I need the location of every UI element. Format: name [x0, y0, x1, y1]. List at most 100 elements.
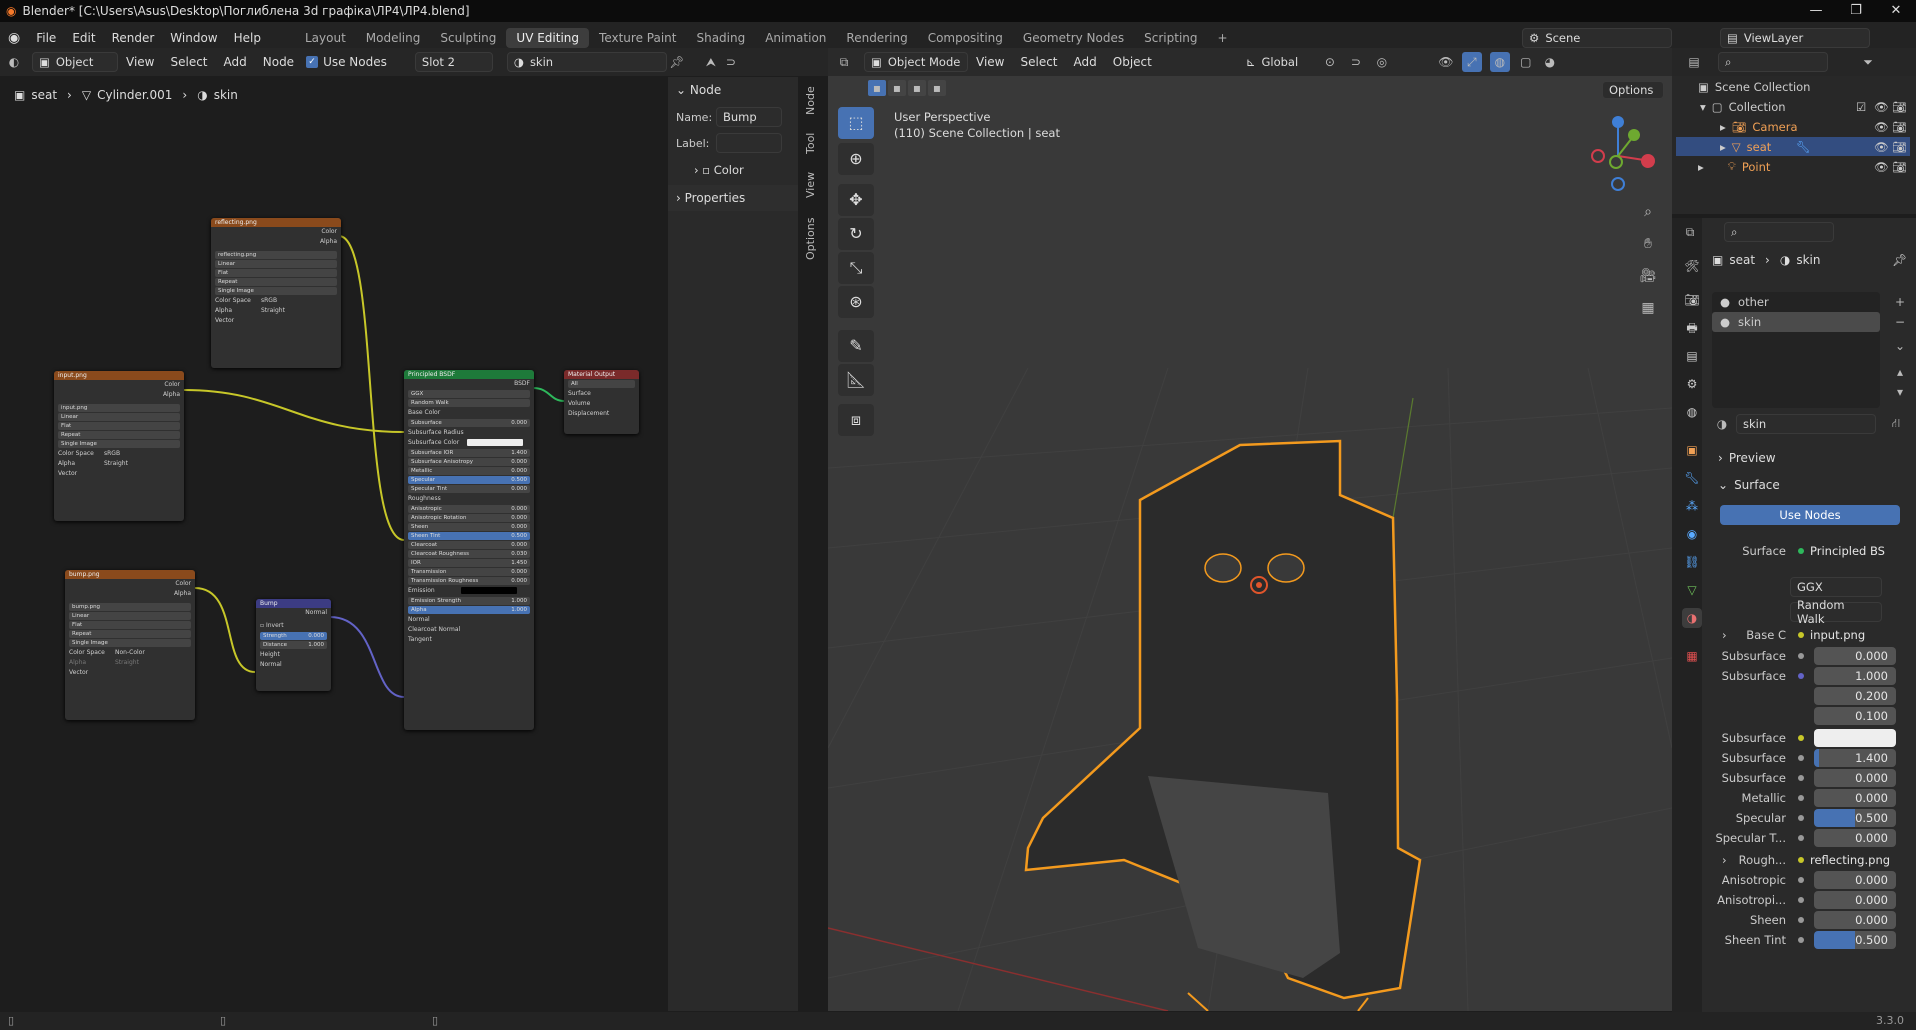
pivot-icon[interactable]: ⊙	[1320, 52, 1340, 72]
property-value-field[interactable]: 0.100	[1814, 707, 1896, 725]
workspace-tab-animation[interactable]: Animation	[755, 28, 836, 48]
image-field[interactable]: bump.png	[69, 603, 191, 611]
select-subtract-icon[interactable]: ▪	[908, 80, 926, 96]
expand-chevron-icon[interactable]: ›	[1722, 853, 1727, 867]
transform-tool-icon[interactable]: ⊛	[838, 286, 874, 318]
select-extend-icon[interactable]: ▪	[888, 80, 906, 96]
color-swatch[interactable]	[460, 587, 517, 594]
image-texture-node-input[interactable]: input.png Color Alpha input.png Linear F…	[54, 371, 184, 521]
texture-tab-icon[interactable]: ▦	[1682, 646, 1702, 666]
overlays-icon[interactable]: ◍	[1489, 52, 1510, 72]
camera-render-icon[interactable]: 📷︎	[1892, 100, 1907, 114]
node-name-field[interactable]: Bump	[716, 107, 782, 127]
socket-icon[interactable]	[1798, 632, 1804, 638]
node-header[interactable]: Material Output	[564, 370, 639, 379]
mode-selector[interactable]: ▣ Object Mode	[864, 52, 968, 72]
cursor-tool-icon[interactable]: ⊕	[838, 143, 874, 175]
scene-tab-icon[interactable]: ⚙	[1682, 374, 1702, 394]
node-header[interactable]: input.png	[54, 371, 184, 380]
strength-field[interactable]: Strength 0.000	[260, 632, 327, 640]
workspace-tab-rendering[interactable]: Rendering	[836, 28, 917, 48]
material-tab-icon[interactable]: ◑	[1682, 608, 1702, 628]
socket-icon[interactable]	[1798, 835, 1804, 841]
material-browse-icon[interactable]: ◑	[1712, 414, 1732, 434]
bsdf-input-row[interactable]: Subsurface Radius	[404, 428, 534, 438]
move-tool-icon[interactable]: ✥	[838, 184, 874, 216]
workspace-tab-shading[interactable]: Shading	[686, 28, 755, 48]
sidebar-tab-options[interactable]: Options	[804, 216, 822, 262]
extension-select[interactable]: Repeat	[58, 431, 180, 439]
measure-tool-icon[interactable]: 📐︎	[838, 364, 874, 396]
bsdf-input-row[interactable]: Clearcoat Normal	[404, 625, 534, 635]
property-value-field[interactable]: 0.000	[1814, 829, 1896, 847]
projection-select[interactable]: Flat	[215, 269, 337, 277]
filter-icon[interactable]: ⏷	[1858, 52, 1878, 72]
node-header[interactable]: Bump	[256, 599, 331, 608]
bsdf-input-row[interactable]: Subsurface 0.000	[408, 419, 530, 427]
use-nodes-button[interactable]: Use Nodes	[1720, 505, 1900, 525]
viewport-menu-object[interactable]: Object	[1105, 55, 1160, 69]
snap-icon[interactable]: ⊃	[721, 52, 741, 72]
properties-search[interactable]: ⌕	[1724, 222, 1834, 242]
distribution-dropdown[interactable]: GGX	[1790, 577, 1882, 597]
modifiers-tab-icon[interactable]: 🔧︎	[1682, 468, 1702, 488]
extension-select[interactable]: Repeat	[69, 630, 191, 638]
socket-icon[interactable]	[1798, 815, 1804, 821]
expand-chevron-icon[interactable]: ›	[1722, 628, 1727, 642]
editor-type-icon[interactable]: ⧉	[834, 52, 854, 72]
source-select[interactable]: Single Image	[215, 287, 337, 295]
bsdf-input-row[interactable]: Subsurface Anisotropy 0.000	[408, 458, 530, 466]
surface-shader-value[interactable]: Principled BS	[1810, 544, 1885, 558]
bsdf-input-row[interactable]: Roughness	[404, 494, 534, 504]
gizmo-icon[interactable]: ⤢	[1461, 52, 1482, 72]
node-panel-header[interactable]: ⌄ Node	[668, 77, 798, 103]
minimize-icon[interactable]: —	[1796, 0, 1836, 22]
socket-icon[interactable]	[1798, 857, 1804, 863]
color-subpanel[interactable]: › ▫ Color	[668, 155, 798, 185]
add-slot-icon[interactable]: +	[1890, 292, 1910, 312]
property-value-field[interactable]: 1.400	[1814, 749, 1896, 767]
source-select[interactable]: Single Image	[69, 639, 191, 647]
eye-icon[interactable]: 👁︎	[1874, 120, 1889, 134]
move-slot-up-icon[interactable]: ▴	[1890, 362, 1910, 382]
linked-texture-value[interactable]: input.png	[1810, 628, 1865, 642]
interpolation-select[interactable]: Linear	[215, 260, 337, 268]
material-name-field[interactable]: skin	[1736, 414, 1876, 434]
move-slot-down-icon[interactable]: ▾	[1890, 382, 1910, 402]
principled-bsdf-node[interactable]: Principled BSDF BSDF GGX Random Walk Bas…	[404, 370, 534, 730]
node-header[interactable]: Principled BSDF	[404, 370, 534, 379]
socket-icon[interactable]	[1798, 897, 1804, 903]
add-workspace-icon[interactable]: +	[1208, 28, 1238, 48]
outliner-editor-icon[interactable]: ▤	[1684, 52, 1704, 72]
property-value-field[interactable]: 0.500	[1814, 931, 1896, 949]
color-swatch[interactable]	[1814, 729, 1896, 747]
bsdf-input-row[interactable]: Metallic 0.000	[408, 467, 530, 475]
eye-icon[interactable]: 👁︎	[1874, 160, 1889, 174]
bsdf-input-row[interactable]: Subsurface IOR 1.400	[408, 449, 530, 457]
outliner-search[interactable]: ⌕	[1718, 52, 1828, 72]
bsdf-input-row[interactable]: Anisotropic Rotation 0.000	[408, 514, 530, 522]
navigation-gizmo[interactable]	[1578, 112, 1658, 192]
source-select[interactable]: Single Image	[58, 440, 180, 448]
add-cube-tool-icon[interactable]: ⧈	[838, 404, 874, 436]
workspace-tab-scripting[interactable]: Scripting	[1134, 28, 1207, 48]
object-tab-icon[interactable]: ▣	[1682, 440, 1702, 460]
outliner-item-point[interactable]: ▸ 💡︎ Point 👁︎ 📷︎	[1676, 157, 1910, 176]
bsdf-input-row[interactable]: Normal	[404, 615, 534, 625]
preview-panel-header[interactable]: › Preview	[1712, 447, 1908, 469]
socket-icon[interactable]	[1798, 653, 1804, 659]
colorspace-row[interactable]: Color Space sRGB	[54, 449, 184, 459]
bsdf-input-row[interactable]: Tangent	[404, 635, 534, 645]
bsdf-input-row[interactable]: Sheen 0.000	[408, 523, 530, 531]
eye-icon[interactable]: 👁︎	[1874, 140, 1889, 154]
scene-selector[interactable]: ⚙ Scene	[1522, 28, 1672, 48]
image-field[interactable]: reflecting.png	[215, 251, 337, 259]
distribution-select[interactable]: GGX	[408, 390, 530, 398]
distance-field[interactable]: Distance 1.000	[260, 641, 327, 649]
alpha-row[interactable]: Alpha Straight	[211, 306, 341, 316]
physics-tab-icon[interactable]: ◉	[1682, 524, 1702, 544]
viewport-menu-add[interactable]: Add	[1066, 55, 1105, 69]
property-value-field[interactable]: 0.000	[1814, 911, 1896, 929]
node-label-field[interactable]	[716, 133, 782, 153]
properties-panel-header[interactable]: › Properties	[668, 185, 798, 211]
